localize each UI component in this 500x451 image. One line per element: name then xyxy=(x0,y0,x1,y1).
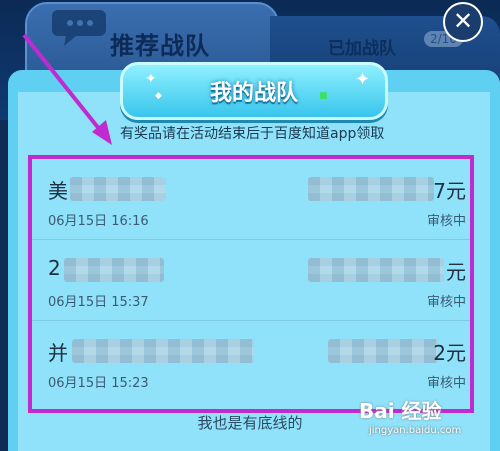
page-title: 我的战队 xyxy=(209,81,298,106)
member-name: 2 xyxy=(48,256,61,280)
member-amount: 元 xyxy=(446,260,466,284)
redacted-amount xyxy=(308,258,444,282)
tab-recommended-label: 推荐战队 xyxy=(110,32,210,60)
status-badge: 审核中 xyxy=(426,376,466,391)
list-item[interactable]: 美 7元 06月15日 16:16 审核中 xyxy=(32,159,470,240)
watermark: Bai 经验 jingyan.baidu.com xyxy=(355,393,500,451)
team-list: 美 7元 06月15日 16:16 审核中 2 元 06月15日 15:37 审… xyxy=(28,155,474,413)
status-badge: 审核中 xyxy=(426,214,466,229)
member-time: 06月15日 15:23 xyxy=(48,376,149,391)
list-item[interactable]: 2 元 06月15日 15:37 审核中 xyxy=(32,240,470,321)
close-icon: ✕ xyxy=(452,7,474,35)
tab-joined-label: 已加战队 xyxy=(328,39,396,59)
member-time: 06月15日 16:16 xyxy=(48,214,149,229)
watermark-logo: Bai 经验 xyxy=(359,399,442,423)
watermark-url: jingyan.baidu.com xyxy=(369,425,462,436)
sparkle-icon: ✦ xyxy=(355,69,371,90)
member-name: 并 xyxy=(48,341,68,365)
status-badge: 审核中 xyxy=(426,295,466,310)
redacted-amount xyxy=(308,177,434,201)
redacted-amount xyxy=(328,339,438,363)
list-item[interactable]: 并 2元 06月15日 15:23 审核中 xyxy=(32,321,470,401)
member-amount: 2元 xyxy=(433,341,466,365)
notice-text: 有奖品请在活动结束后于百度知道app领取 xyxy=(120,126,385,142)
redacted-name xyxy=(64,258,164,282)
sparkle-icon: ■ xyxy=(319,91,328,101)
redacted-name xyxy=(72,339,254,363)
close-button[interactable]: ✕ xyxy=(443,2,483,42)
sparkle-icon: ✦ xyxy=(145,71,157,87)
chat-icon xyxy=(52,10,106,46)
sparkle-icon: ◆ xyxy=(155,91,162,101)
title-badge: 我的战队 ✦ ◆ ✦ ■ xyxy=(120,62,388,120)
member-name: 美 xyxy=(48,179,68,203)
redacted-name xyxy=(70,177,166,201)
member-time: 06月15日 15:37 xyxy=(48,295,149,310)
member-amount: 7元 xyxy=(433,179,466,203)
